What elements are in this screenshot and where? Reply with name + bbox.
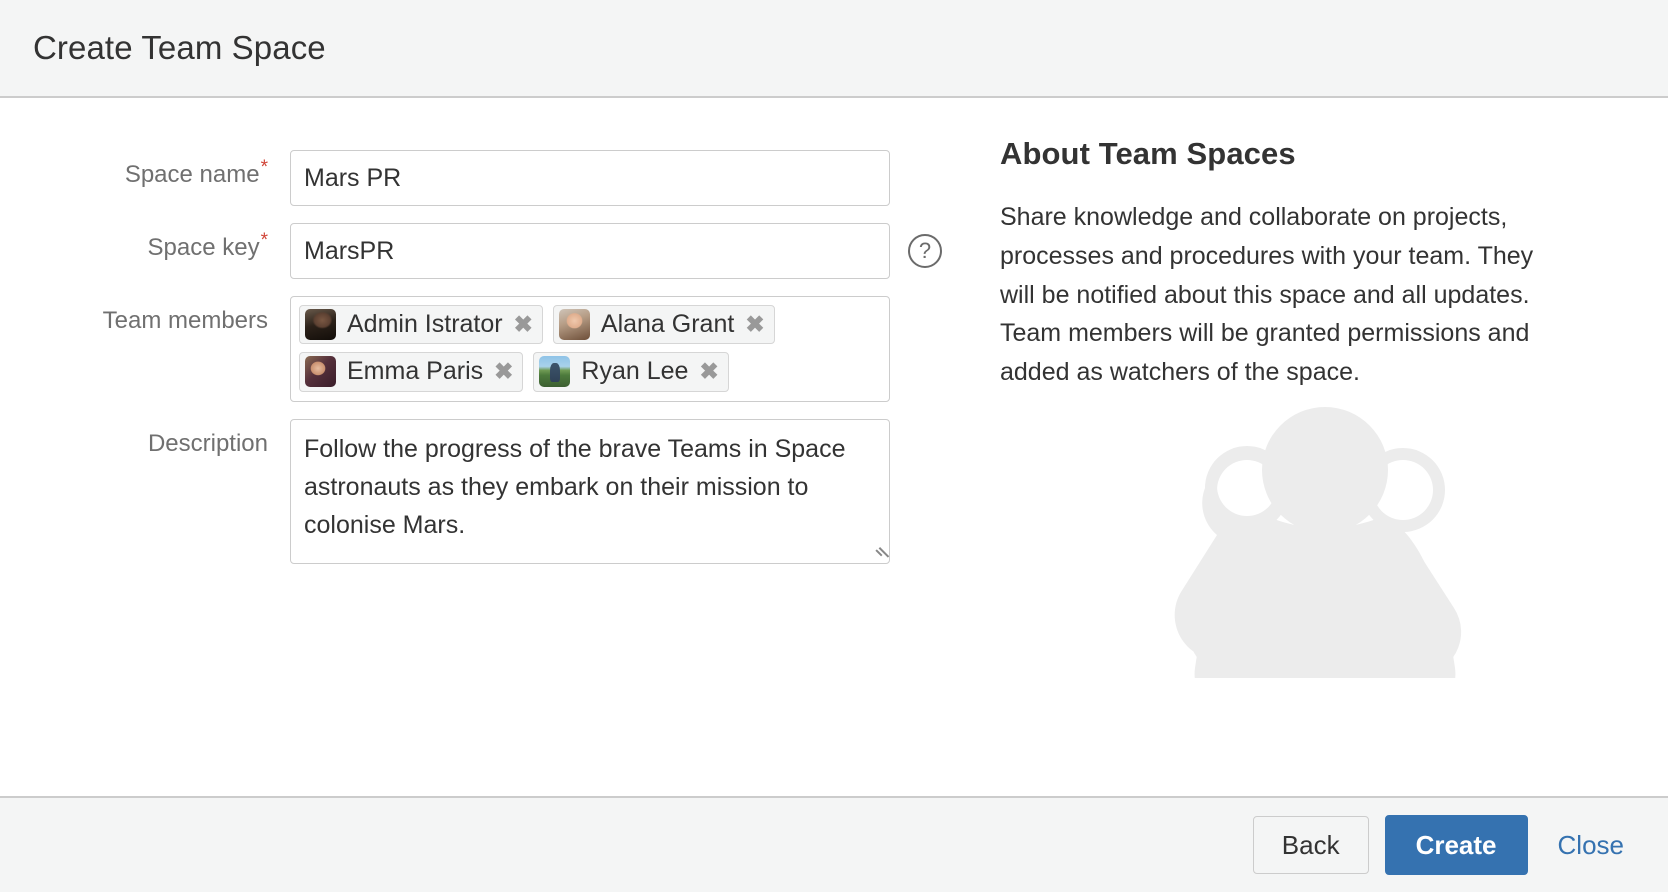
remove-member-icon[interactable]: ✖ (699, 360, 718, 383)
dialog-header: Create Team Space (0, 0, 1668, 98)
remove-member-icon[interactable]: ✖ (514, 313, 533, 336)
space-key-label-text: Space key (147, 234, 260, 261)
field-row-space-key: Space key* ? (0, 223, 1000, 279)
team-members-label-text: Team members (102, 307, 268, 334)
remove-member-icon[interactable]: ✖ (745, 313, 764, 336)
avatar-alana-grant (558, 309, 590, 341)
space-name-input[interactable] (290, 150, 890, 206)
space-name-field-wrap (290, 150, 890, 206)
about-panel-body: Share knowledge and collaborate on proje… (1000, 203, 1534, 386)
team-members-label: Team members (0, 296, 290, 335)
description-label-text: Description (147, 429, 268, 457)
member-chip[interactable]: Emma Paris ✖ (299, 352, 524, 392)
about-team-spaces-panel: About Team Spaces Share knowledge and co… (1000, 98, 1668, 796)
space-name-label: Space name* (0, 150, 290, 189)
dialog-footer: Back Create Close (0, 796, 1668, 892)
member-chip[interactable]: Alana Grant ✖ (552, 305, 775, 345)
field-row-team-members: Team members Admin Istrator ✖ Alana Gran… (0, 296, 1000, 402)
close-button[interactable]: Close (1544, 817, 1634, 873)
space-key-field-wrap: ? (290, 223, 942, 279)
description-label: Description (0, 419, 290, 458)
field-row-space-name: Space name* (0, 150, 1000, 206)
required-asterisk: * (260, 230, 268, 251)
member-chip-label: Alana Grant (600, 310, 735, 338)
space-name-label-text: Space name (124, 161, 260, 188)
avatar-emma-paris (305, 356, 336, 388)
member-chip[interactable]: Admin Istrator ✖ (299, 305, 543, 345)
back-button[interactable]: Back (1252, 816, 1369, 874)
create-team-space-dialog: Create Team Space Space name* Space key* (0, 0, 1668, 892)
team-members-input[interactable]: Admin Istrator ✖ Alana Grant ✖ Emma Pari… (290, 296, 890, 402)
remove-member-icon[interactable]: ✖ (494, 360, 513, 383)
create-button[interactable]: Create (1384, 815, 1528, 875)
required-asterisk: * (260, 157, 268, 178)
team-members-field-wrap: Admin Istrator ✖ Alana Grant ✖ Emma Pari… (290, 296, 890, 402)
help-glyph: ? (918, 238, 932, 263)
field-row-description: Description (0, 418, 1000, 564)
description-textarea[interactable] (290, 418, 890, 564)
member-chip[interactable]: Ryan Lee ✖ (533, 352, 729, 392)
avatar-admin-istrator (305, 309, 336, 341)
avatar-ryan-lee (539, 356, 571, 388)
three-people-icon (1174, 407, 1462, 678)
about-panel-title: About Team Spaces (1000, 136, 1296, 171)
description-field-wrap (290, 418, 890, 564)
space-key-label: Space key* (0, 223, 290, 262)
space-form: Space name* Space key* ? (0, 98, 1000, 796)
dialog-body: Space name* Space key* ? (0, 98, 1668, 796)
member-chip-label: Emma Paris (347, 357, 484, 386)
space-key-input[interactable] (290, 223, 890, 279)
page-title: Create Team Space (33, 29, 326, 66)
member-chip-label: Ryan Lee (581, 357, 689, 386)
member-chip-label: Admin Istrator (347, 310, 503, 338)
help-circle-icon[interactable]: ? (908, 234, 942, 268)
